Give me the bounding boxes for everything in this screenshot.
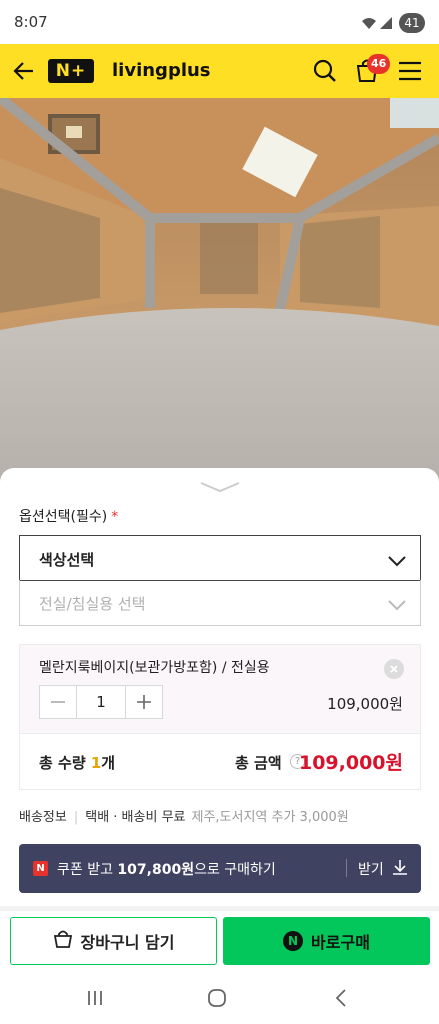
download-icon[interactable] [392, 859, 408, 880]
coupon-get-button[interactable]: 받기 [358, 859, 384, 879]
add-to-cart-button[interactable]: 장바구니 담기 [10, 917, 217, 965]
chevron-down-icon [388, 596, 406, 615]
signal-icon [379, 15, 393, 34]
quantity-stepper: 1 [39, 685, 163, 719]
quantity-value[interactable]: 1 [76, 686, 126, 718]
selected-option-item: 멜란지룩베이지(보관가방포함) / 전실용 1 109,000원 [19, 644, 421, 734]
bag-icon [53, 929, 73, 953]
total-quantity: 총 수량 1개 [39, 752, 115, 773]
option-sheet: 옵션선택(필수) * 색상선택 전실/침실용 선택 멜란지룩베이지(보관가방포함)… [0, 468, 439, 980]
room-select[interactable]: 전실/침실용 선택 [19, 580, 421, 626]
store-name[interactable]: livingplus [112, 60, 211, 81]
coupon-amount: 107,800원 [117, 862, 195, 878]
total-quantity-value: 1 [90, 754, 102, 772]
naver-pay-icon: N [283, 931, 304, 951]
total-amount-label: 총 금액 [235, 754, 282, 772]
total-summary: 총 수량 1개 총 금액 ? 109,000원 [19, 734, 421, 790]
wifi-icon [361, 15, 377, 34]
home-icon[interactable] [207, 989, 227, 1011]
color-select-label: 색상선택 [39, 551, 95, 569]
shipping-method: 택배 · 배송비 무료 [85, 810, 186, 825]
battery-indicator: 41 [399, 13, 425, 33]
divider [346, 859, 347, 877]
menu-icon[interactable] [398, 60, 422, 86]
coupon-text-pre: 쿠폰 받고 [57, 862, 118, 878]
naver-n-icon: N [33, 861, 48, 876]
option-label-text: 옵션선택(필수) [19, 509, 108, 525]
coupon-text: 쿠폰 받고 107,800원으로 구매하기 [57, 859, 276, 879]
back-arrow-icon[interactable] [12, 59, 36, 87]
divider: | [73, 810, 79, 825]
option-label: 옵션선택(필수) * [19, 506, 118, 526]
shipping-extra-fee: 제주,도서지역 추가 3,000원 [191, 810, 349, 825]
coupon-text-post: 으로 구매하기 [194, 862, 276, 878]
shipping-label: 배송정보 [19, 810, 67, 825]
collapse-handle-icon[interactable] [199, 478, 241, 497]
add-to-cart-label: 장바구니 담기 [80, 933, 175, 952]
shipping-info: 배송정보 | 택배 · 배송비 무료 제주,도서지역 추가 3,000원 [19, 806, 349, 825]
bottom-action-bar: 장바구니 담기 N 바로구매 [0, 910, 439, 972]
system-nav-bar [0, 972, 439, 1024]
room-select-label: 전실/침실용 선택 [39, 595, 146, 613]
color-select[interactable]: 색상선택 [19, 535, 421, 581]
naver-plus-logo[interactable]: N+ [48, 59, 94, 83]
buy-now-label: 바로구매 [311, 933, 370, 952]
status-bar: 8:07 41 [0, 0, 439, 44]
search-icon[interactable] [313, 59, 337, 87]
selected-option-name: 멜란지룩베이지(보관가방포함) / 전실용 [39, 660, 270, 676]
top-header: N+ livingplus 46 [0, 44, 439, 98]
minus-icon[interactable] [40, 686, 76, 718]
buy-now-button[interactable]: N 바로구매 [223, 917, 430, 965]
item-price: 109,000원 [327, 695, 403, 713]
chevron-down-icon [388, 552, 406, 571]
status-time: 8:07 [14, 13, 48, 31]
coupon-banner[interactable]: N 쿠폰 받고 107,800원으로 구매하기 받기 [19, 844, 421, 893]
required-mark: * [111, 509, 119, 525]
product-image[interactable] [0, 98, 439, 488]
cart-count-badge: 46 [367, 54, 391, 74]
back-nav-icon[interactable] [334, 989, 348, 1011]
plus-icon[interactable] [126, 686, 162, 718]
total-quantity-unit: 개 [101, 754, 116, 772]
close-icon[interactable] [384, 659, 404, 679]
total-quantity-label: 총 수량 [39, 754, 86, 772]
recent-apps-icon[interactable] [86, 989, 104, 1011]
total-amount: 109,000원 [298, 752, 403, 774]
